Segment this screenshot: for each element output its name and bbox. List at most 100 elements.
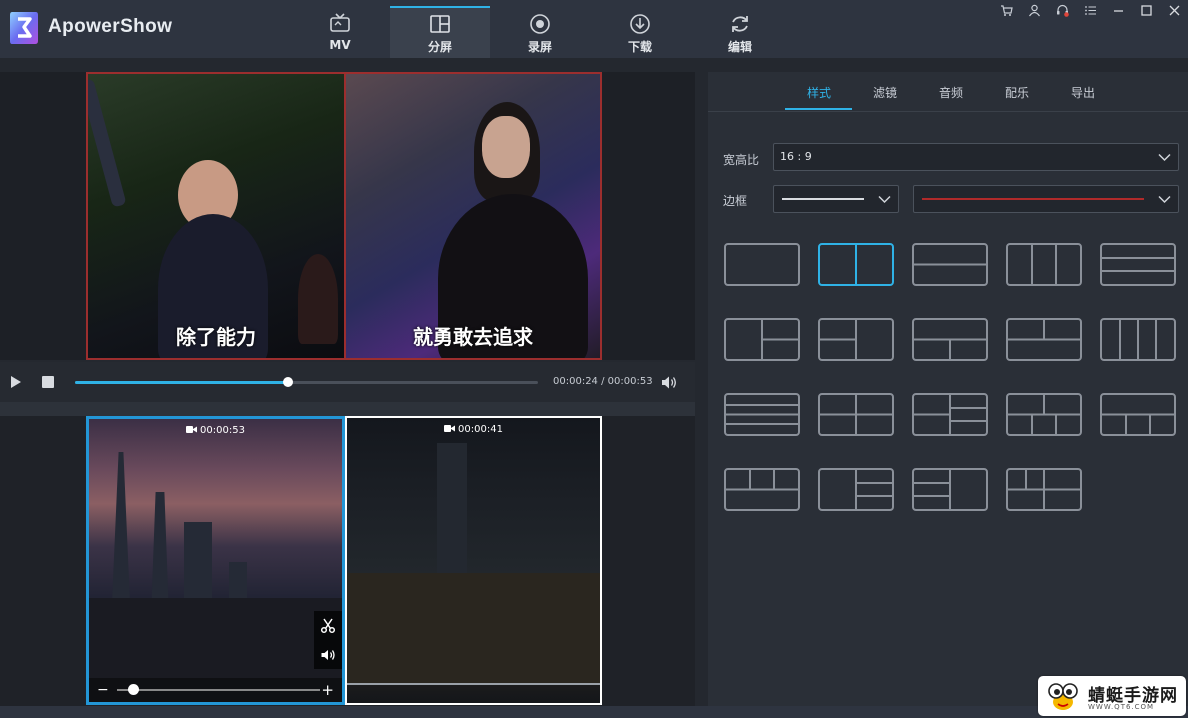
tab-download-label: 下载 <box>627 40 652 54</box>
tab-export[interactable]: 导出 <box>1071 84 1095 101</box>
layout-option-10[interactable] <box>1100 318 1176 361</box>
download-icon <box>630 14 650 34</box>
window-controls <box>992 0 1188 20</box>
user-icon <box>1028 4 1040 16</box>
user-button[interactable] <box>1020 0 1048 20</box>
person-face <box>482 116 530 178</box>
layout-option-18[interactable] <box>912 468 988 511</box>
layout-option-icon <box>855 245 857 284</box>
aspect-ratio-select[interactable]: 16 : 9 <box>773 143 1179 171</box>
layout-option-icon <box>820 320 857 359</box>
tab-style[interactable]: 样式 <box>807 84 831 101</box>
layout-option-icon <box>1031 245 1057 284</box>
settings-panel: 样式 滤镜 音频 配乐 导出 宽高比 16 : 9 边框 <box>708 72 1188 706</box>
play-button[interactable] <box>9 375 23 389</box>
minimize-button[interactable] <box>1104 0 1132 20</box>
layout-option-12[interactable] <box>818 393 894 436</box>
chevron-down-icon <box>1158 195 1171 204</box>
preview-right-subtitle: 就勇敢去追求 <box>413 325 533 349</box>
city-lights <box>89 598 342 678</box>
border-color-preview <box>922 198 1144 200</box>
clip-volume-button[interactable] <box>314 640 342 669</box>
tab-mv[interactable]: MV <box>290 6 390 58</box>
active-tab-indicator <box>785 108 852 110</box>
preview-left-subtitle: 除了能力 <box>176 325 256 349</box>
playback-progress-thumb[interactable] <box>282 377 293 387</box>
layout-option-icon <box>914 338 986 359</box>
minimize-icon <box>1113 9 1123 12</box>
stop-button[interactable] <box>42 376 54 388</box>
tv-icon <box>330 13 350 32</box>
video-camera-icon <box>186 426 198 433</box>
clip-2-progress-line <box>347 683 600 685</box>
layout-option-6[interactable] <box>724 318 800 361</box>
layout-option-7[interactable] <box>818 318 894 361</box>
tab-record[interactable]: 录屏 <box>490 6 590 58</box>
layout-option-2[interactable] <box>818 243 894 286</box>
border-color-select[interactable] <box>913 185 1179 213</box>
tab-filter[interactable]: 滤镜 <box>873 84 897 101</box>
volume-icon[interactable] <box>660 374 677 391</box>
tab-edit-label: 编辑 <box>727 40 752 54</box>
clip-zoom-bar: − + <box>89 678 342 702</box>
menu-button[interactable] <box>1076 0 1104 20</box>
layout-option-icon <box>914 395 986 434</box>
zoom-slider-track[interactable] <box>117 689 320 691</box>
layout-option-15[interactable] <box>1100 393 1176 436</box>
border-label: 边框 <box>723 194 748 208</box>
layout-option-13[interactable] <box>912 393 988 436</box>
preview-right-video: 就勇敢去追求 <box>346 74 600 358</box>
layout-option-icon <box>1102 413 1174 434</box>
cut-button[interactable] <box>314 611 342 640</box>
zoom-slider-thumb[interactable] <box>128 684 140 695</box>
layout-option-19[interactable] <box>1006 468 1082 511</box>
layout-option-icon <box>820 395 892 434</box>
tab-split-screen[interactable]: 分屏 <box>390 6 490 58</box>
main-nav: MV 分屏 录屏 下载 编辑 <box>290 6 790 58</box>
layout-option-17[interactable] <box>818 468 894 511</box>
layout-option-icon <box>1102 257 1174 272</box>
layout-option-4[interactable] <box>1006 243 1082 286</box>
playback-progress-bar[interactable] <box>75 377 538 387</box>
tab-record-label: 录屏 <box>527 40 552 54</box>
layout-option-11[interactable] <box>724 393 800 436</box>
layout-option-16[interactable] <box>724 468 800 511</box>
timecode: 00:00:24 / 00:00:53 <box>553 376 653 387</box>
refresh-icon <box>732 16 748 32</box>
raised-arm <box>88 78 127 208</box>
dragonfly-logo-icon <box>1048 683 1078 710</box>
tab-edit[interactable]: 编辑 <box>690 6 790 58</box>
layout-option-icon <box>1008 320 1080 341</box>
zoom-out-button[interactable]: − <box>97 682 109 698</box>
tab-music[interactable]: 配乐 <box>1005 84 1029 101</box>
cart-button[interactable] <box>992 0 1020 20</box>
app-name: ApowerShow <box>48 16 173 37</box>
tab-download[interactable]: 下载 <box>590 6 690 58</box>
layout-option-14[interactable] <box>1006 393 1082 436</box>
section-separator <box>0 402 695 416</box>
layout-option-3[interactable] <box>912 243 988 286</box>
border-line-preview <box>782 198 864 200</box>
tab-audio[interactable]: 音频 <box>939 84 963 101</box>
layout-option-8[interactable] <box>912 318 988 361</box>
watermark-url: WWW.QT6.COM <box>1088 703 1155 711</box>
layout-option-icon <box>1008 395 1080 434</box>
layout-option-icon <box>761 320 798 359</box>
layout-option-icon <box>914 470 951 509</box>
maximize-button[interactable] <box>1132 0 1160 20</box>
border-style-select[interactable] <box>773 185 899 213</box>
clip-tools <box>314 611 342 669</box>
clip-slot-1[interactable]: 00:00:53 − + <box>86 416 345 705</box>
support-button[interactable] <box>1048 0 1076 20</box>
aspect-ratio-value: 16 : 9 <box>780 150 812 163</box>
maximize-icon <box>1140 4 1152 16</box>
layout-option-5[interactable] <box>1100 243 1176 286</box>
zoom-in-button[interactable]: + <box>321 681 334 699</box>
close-button[interactable] <box>1160 0 1188 20</box>
clip-slot-2[interactable]: 00:00:41 <box>345 416 602 705</box>
clip-1-duration: 00:00:53 <box>89 425 342 436</box>
layout-option-1[interactable] <box>724 243 800 286</box>
support-icon <box>1056 4 1069 17</box>
layout-option-9[interactable] <box>1006 318 1082 361</box>
clip-2-duration-text: 00:00:41 <box>458 424 503 435</box>
